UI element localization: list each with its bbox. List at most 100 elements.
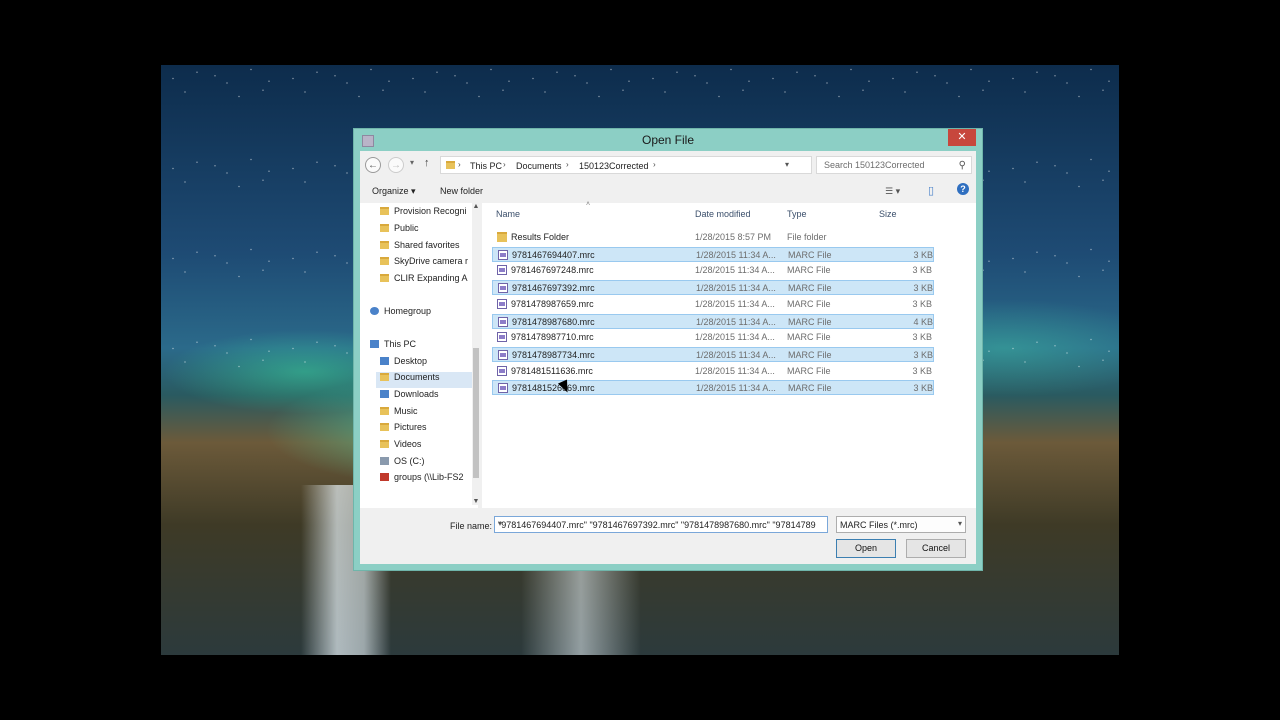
forward-button[interactable]: → (388, 157, 404, 173)
marc-file-icon (498, 283, 508, 294)
sidebar-item-provision[interactable]: Provision Recogni (380, 206, 467, 222)
table-row[interactable]: 9781478987710.mrc 1/28/2015 11:34 A... MAR… (492, 330, 934, 345)
cancel-button[interactable]: Cancel (906, 539, 966, 558)
sidebar-item-shared-favorites[interactable]: Shared favorites (380, 240, 460, 256)
size-cell: 3 KB (913, 383, 933, 394)
chevron-down-icon[interactable]: ▾ (498, 519, 816, 528)
documents-icon (380, 373, 389, 381)
sidebar-item-groups[interactable]: groups (\\Lib-FS2 (380, 472, 464, 488)
folder-icon (380, 274, 389, 282)
type-cell: MARC File (788, 283, 832, 294)
table-row[interactable]: 9781467697248.mrc 1/28/2015 11:34 A... MAR… (492, 263, 934, 278)
close-button[interactable]: ✕ (948, 129, 976, 146)
size-cell: 3 KB (912, 298, 932, 309)
preview-pane-icon[interactable]: ▯ (928, 184, 934, 197)
table-row[interactable]: 9781478987680.mrc 1/28/2015 11:34 A... MAR… (492, 313, 934, 329)
size-cell: 3 KB (912, 365, 932, 376)
sidebar-item-skydrive[interactable]: SkyDrive camera r (380, 256, 468, 272)
address-bar[interactable]: › This PC › Documents › 150123Corrected … (440, 156, 829, 174)
type-cell: MARC File (788, 349, 832, 360)
size-cell: 3 KB (913, 283, 933, 294)
marc-file-icon (498, 383, 508, 394)
search-icon[interactable]: ⚲ (959, 160, 966, 171)
scroll-up-icon[interactable]: ▲ (472, 203, 480, 210)
sidebar-item-this-pc[interactable]: This PC (370, 339, 416, 355)
desktop-icon (380, 357, 389, 365)
up-button[interactable]: ↑ (424, 157, 430, 169)
table-row[interactable]: 9781467694407.mrc 1/28/2015 11:34 A... MAR… (492, 246, 934, 262)
sidebar-item-label: Public (394, 223, 419, 233)
type-cell: MARC File (787, 298, 831, 309)
breadcrumb-separator-icon[interactable]: › (503, 160, 506, 169)
table-row[interactable]: 9781481511636.mrc 1/28/2015 11:34 A... MAR… (492, 364, 934, 379)
sidebar-item-public[interactable]: Public (380, 223, 419, 239)
breadcrumb-this-pc[interactable]: This PC (470, 161, 502, 171)
search-box[interactable]: ⚲ (816, 156, 972, 174)
table-row[interactable]: 9781478987734.mrc 1/28/2015 11:34 A... MAR… (492, 346, 934, 362)
folder-icon (380, 207, 389, 215)
type-cell: MARC File (788, 316, 832, 327)
marc-file-icon (497, 298, 507, 309)
help-icon[interactable]: ? (957, 183, 969, 195)
chevron-down-icon[interactable]: ▾ (958, 519, 962, 528)
recent-locations-dropdown-icon[interactable]: ▾ (410, 158, 414, 167)
size-cell: 3 KB (912, 332, 932, 343)
breadcrumb-documents[interactable]: Documents (516, 161, 562, 171)
table-row[interactable]: 9781478987659.mrc 1/28/2015 11:34 A... MAR… (492, 297, 934, 312)
organize-button[interactable]: Organize ▾ (372, 186, 416, 197)
open-button[interactable]: Open (836, 539, 896, 558)
sidebar-item-os-c[interactable]: OS (C:) (380, 456, 425, 472)
breadcrumb-separator-icon[interactable]: › (653, 160, 656, 169)
breadcrumb-separator-icon[interactable]: › (566, 160, 569, 169)
search-input[interactable] (822, 159, 956, 171)
column-header-date-modified[interactable]: Date modified (695, 209, 751, 219)
date-modified-cell: 1/28/2015 11:34 A... (695, 365, 775, 376)
file-name-cell: 9781467694407.mrc (512, 249, 595, 260)
downloads-icon (380, 390, 389, 398)
table-row[interactable]: 9781467697392.mrc 1/28/2015 11:34 A... MAR… (492, 280, 934, 296)
column-header-type[interactable]: Type (787, 209, 807, 219)
file-name-combobox[interactable]: "9781467694407.mrc" "9781467697392.mrc" … (494, 516, 828, 533)
sidebar-item-pictures[interactable]: Pictures (380, 422, 427, 438)
file-name-label: File name: (450, 521, 493, 531)
file-name-cell: 9781467697248.mrc (511, 265, 594, 276)
sidebar-item-downloads[interactable]: Downloads (380, 389, 439, 405)
scrollbar-thumb[interactable] (473, 348, 479, 478)
address-dropdown-icon[interactable]: ▾ (785, 160, 789, 169)
sidebar-item-homegroup[interactable]: Homegroup (370, 306, 431, 322)
sidebar-item-label: Music (394, 406, 418, 416)
sidebar-item-label: Documents (394, 372, 440, 382)
sidebar-item-label: groups (\\Lib-FS2 (394, 472, 464, 482)
size-cell: 3 KB (913, 249, 933, 260)
sidebar-item-label: CLIR Expanding A (394, 273, 468, 283)
type-cell: MARC File (787, 332, 831, 343)
type-cell: MARC File (788, 383, 832, 394)
computer-icon (370, 340, 379, 348)
sidebar-item-documents[interactable]: Documents (376, 372, 472, 388)
sidebar-item-clir[interactable]: CLIR Expanding A (380, 273, 468, 289)
sidebar-item-label: This PC (384, 339, 417, 349)
new-folder-button[interactable]: New folder (440, 186, 483, 196)
breadcrumb-150123corrected[interactable]: 150123Corrected (579, 161, 649, 171)
sidebar-item-label: Provision Recogni (394, 206, 467, 216)
column-header-name[interactable]: Name (496, 209, 520, 219)
back-button[interactable]: ← (365, 157, 381, 173)
pictures-icon (380, 423, 389, 431)
sidebar-item-videos[interactable]: Videos (380, 439, 421, 455)
date-modified-cell: 1/28/2015 11:34 A... (696, 283, 776, 294)
column-header-size[interactable]: Size (879, 209, 897, 219)
dialog-client: ← → ▾ ↑ › This PC › Documents › 150123Co… (360, 151, 976, 564)
navigation-scrollbar[interactable]: ▲ ▼ (472, 203, 480, 505)
title-bar[interactable]: Open File ✕ (354, 129, 982, 151)
change-view-icon[interactable]: ☰ ▾ (885, 186, 900, 197)
sidebar-item-music[interactable]: Music (380, 406, 418, 422)
scroll-down-icon[interactable]: ▼ (472, 498, 480, 505)
sidebar-item-desktop[interactable]: Desktop (380, 356, 427, 372)
command-bar: Organize ▾ New folder ☰ ▾ ▯ ? (360, 181, 976, 203)
videos-icon (380, 440, 389, 448)
file-type-select[interactable]: MARC Files (*.mrc) ▾ (836, 516, 966, 533)
open-file-dialog: Open File ✕ ← → ▾ ↑ › This PC › Document… (353, 128, 983, 571)
file-name-cell: 9781481526669.mrc (512, 383, 595, 394)
table-row[interactable]: Results Folder 1/28/2015 8:57 PM File fold… (492, 230, 934, 245)
folder-icon (380, 224, 389, 232)
